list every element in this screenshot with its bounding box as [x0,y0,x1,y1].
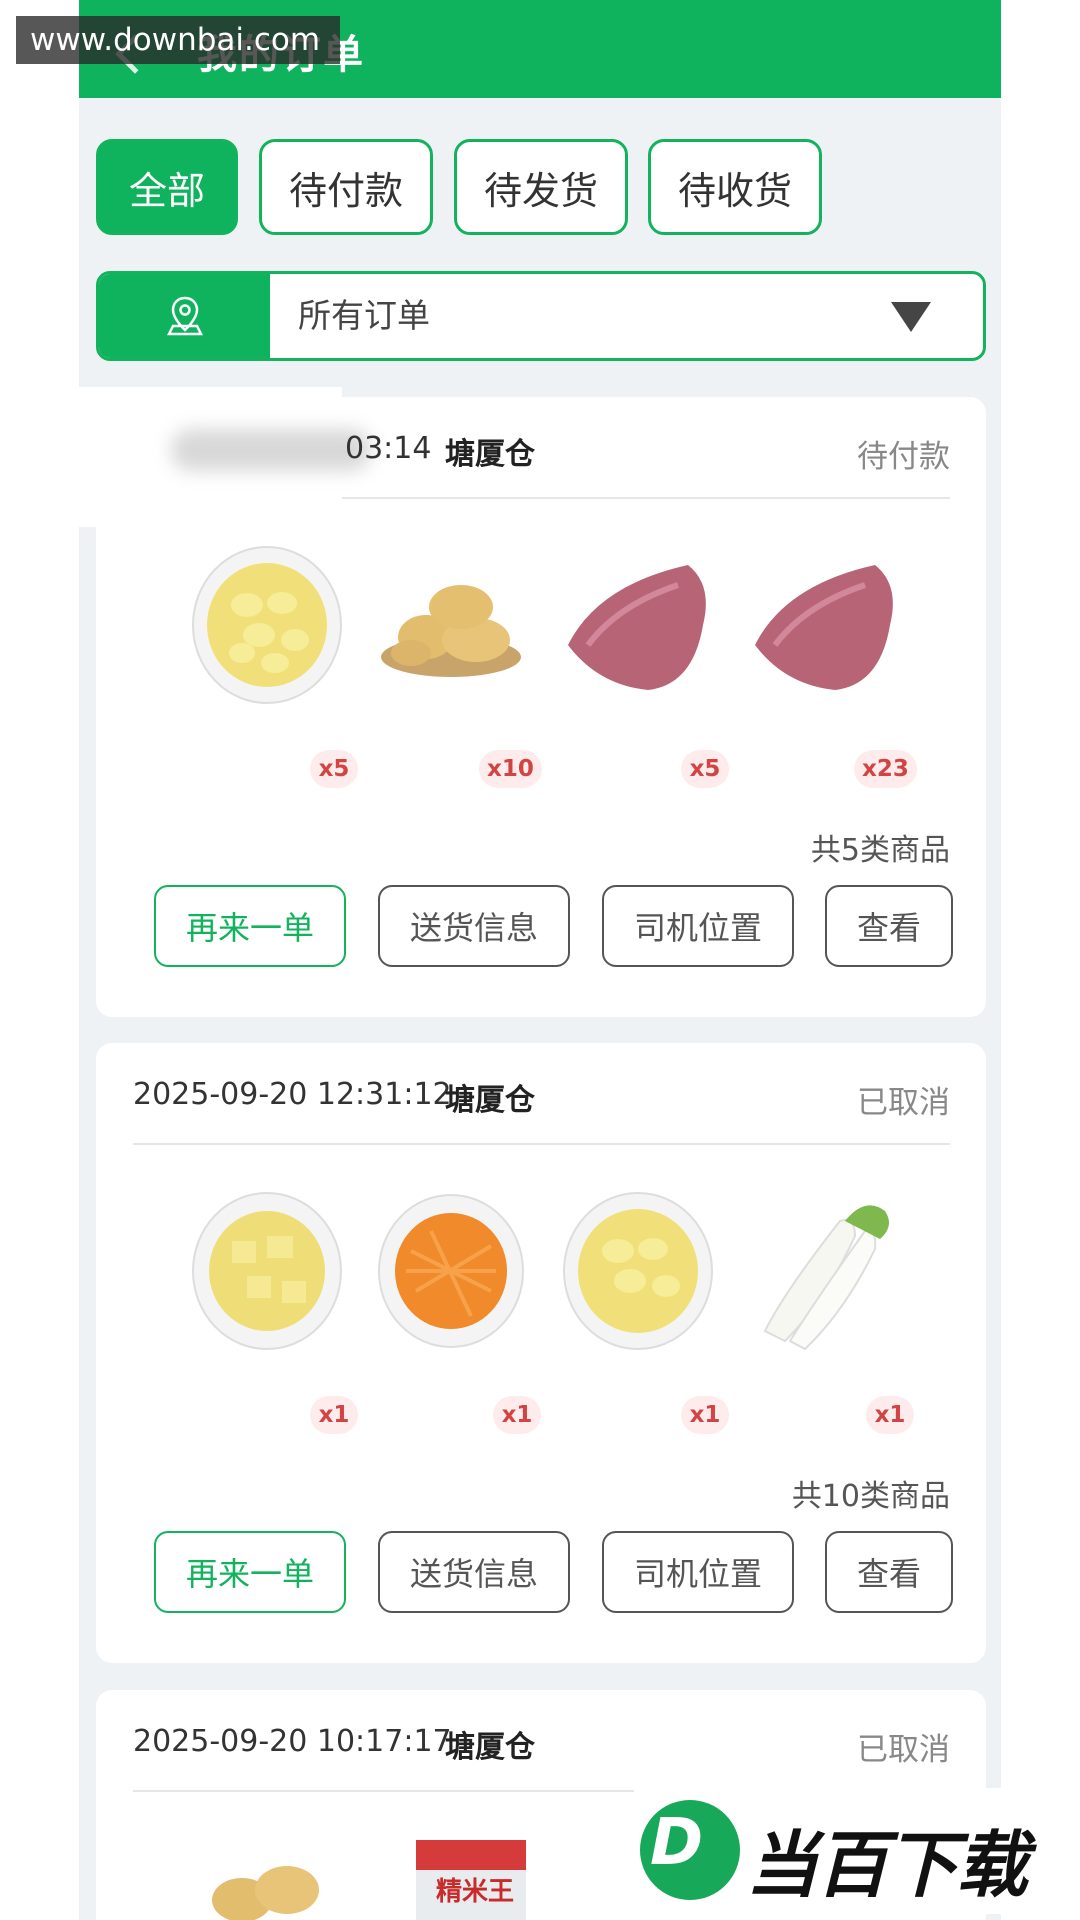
order-warehouse: 塘厦仓 [445,1083,535,1118]
triangle-down-icon [891,302,931,332]
rice-brand-label: 精米王 [436,1877,514,1907]
potato-cubes-image [192,1192,342,1350]
delivery-info-button[interactable]: 送货信息 [378,885,570,967]
item-quantity: x1 [310,1396,358,1434]
reorder-button[interactable]: 再来一单 [154,885,346,967]
order-header: 03:14 塘厦仓 待付款 [79,387,950,527]
item-quantity: x1 [681,1396,729,1434]
white-radish-image [763,1205,889,1351]
app-frame: 我的订单 全部 待付款 待发货 待收货 所有订单 03:14 [79,0,1001,1920]
order-datetime: 2025-09-20 12:31:12 [133,1077,452,1112]
location-pin-icon [166,296,203,336]
tab-pending-shipment[interactable]: 待发货 [454,139,628,235]
redacted-date [79,387,371,527]
order-filter-dropdown[interactable]: 所有订单 [96,271,986,361]
brand-logo-text: 当百下载 [746,1823,1028,1907]
view-button[interactable]: 查看 [825,885,953,967]
brand-logo: D 当百下载 [634,1788,1080,1914]
screen: 我的订单 全部 待付款 待发货 待收货 所有订单 03:14 [0,0,1080,1920]
rice-bag-image: 精米王 [416,1840,526,1920]
tab-pending-receipt[interactable]: 待收货 [648,139,822,235]
delivery-info-button[interactable]: 送货信息 [378,1531,570,1613]
brand-logo-letter: D [650,1806,704,1880]
order-status: 已取消 [857,1732,950,1768]
item-quantity: x5 [681,750,729,788]
order-warehouse: 塘厦仓 [445,1730,535,1765]
order-header: 2025-09-20 10:17:17 塘厦仓 已取消 [133,1690,950,1792]
view-button[interactable]: 查看 [825,1531,953,1613]
item-quantity: x1 [866,1396,914,1434]
pork-image [568,565,706,690]
carrot-shreds-image [378,1194,524,1348]
order-card: 2025-09-20 12:31:12 塘厦仓 已取消 x1 x1 x1 x1 … [96,1043,986,1663]
driver-location-button[interactable]: 司机位置 [602,885,794,967]
location-box [99,274,270,358]
item-category-count: 共10类商品 [791,1479,950,1514]
order-warehouse: 塘厦仓 [445,437,535,472]
filter-value: 所有订单 [298,296,430,335]
item-quantity: x5 [310,750,358,788]
order-datetime: 03:14 [345,431,432,466]
order-status: 待付款 [857,439,950,475]
tab-all[interactable]: 全部 [96,139,238,235]
potatoes-image [212,1866,319,1920]
item-category-count: 共5类商品 [810,833,950,868]
order-datetime: 2025-09-20 10:17:17 [133,1724,452,1759]
pork-image [755,565,893,690]
order-card: 03:14 塘厦仓 待付款 x5 x10 x5 x23 共5类商品 再来一单 送… [79,387,986,1017]
driver-location-button[interactable]: 司机位置 [602,1531,794,1613]
order-header: 2025-09-20 12:31:12 塘厦仓 已取消 [133,1043,950,1145]
potato-slices-image [192,546,342,704]
tab-pending-payment[interactable]: 待付款 [259,139,433,235]
site-watermark: www.downbai.com [16,16,340,64]
potatoes-image [381,585,521,677]
order-status: 已取消 [857,1085,950,1121]
potato-slices-image [563,1192,713,1350]
item-quantity: x10 [479,750,542,788]
status-tabs: 全部 待付款 待发货 待收货 [96,139,986,235]
item-quantity: x23 [854,750,917,788]
item-quantity: x1 [493,1396,541,1434]
reorder-button[interactable]: 再来一单 [154,1531,346,1613]
